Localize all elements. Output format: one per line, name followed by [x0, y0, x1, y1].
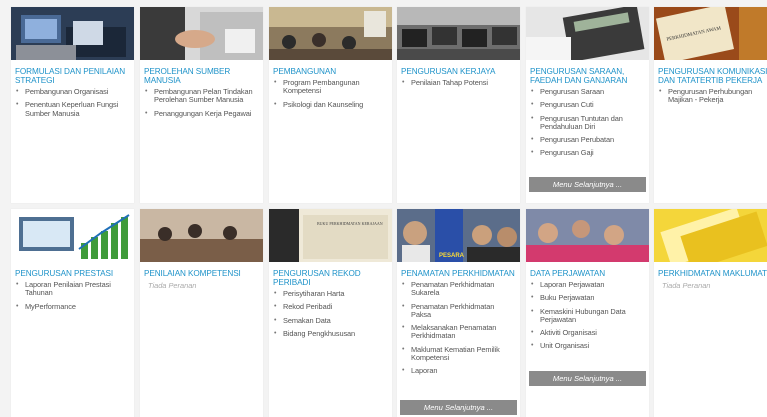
tile-title-prestasi[interactable]: PENGURUSAN PRESTASI — [15, 269, 130, 278]
tile-prestasi: PENGURUSAN PRESTASI Laporan Penilaian Pr… — [11, 209, 134, 417]
menu-item-pengurusan-perubatan[interactable]: Pengurusan Perubatan — [530, 135, 645, 144]
tile-kerjaya: PENGURUSAN KERJAYA Penilaian Tahap Poten… — [397, 7, 520, 203]
tile-title-perolehan[interactable]: PEROLEHAN SUMBER MANUSIA — [144, 67, 259, 85]
no-role-text: Tiada Peranan — [148, 281, 197, 290]
menu-item-melaksanakan-penamatan[interactable]: Melaksanakan Penamatan Perkhidmatan — [401, 324, 516, 341]
menu-item-penentuan-keperluan[interactable]: Penentuan Keperluan Fungsi Sumber Manusi… — [15, 101, 130, 118]
tile-title-kerjaya[interactable]: PENGURUSAN KERJAYA — [401, 67, 516, 76]
menu-item-rekod-peribadi[interactable]: Rekod Peribadi — [273, 302, 388, 311]
tile-title-saraan[interactable]: PENGURUSAN SARAAN, FAEDAH DAN GANJARAN — [530, 67, 645, 85]
menu-item-laporan-perjawatan[interactable]: Laporan Perjawatan — [530, 280, 645, 289]
menu-item-aktiviti-organisasi[interactable]: Aktiviti Organisasi — [530, 328, 645, 337]
menu-item-buku-perjawatan[interactable]: Buku Perjawatan — [530, 293, 645, 302]
thumb-chart-image — [11, 209, 134, 262]
tile-title-rekod[interactable]: PENGURUSAN REKOD PERIBADI — [273, 269, 388, 287]
menu-item-penilaian-tahap[interactable]: Penilaian Tahap Potensi — [401, 78, 516, 87]
thumb-classroom-image — [269, 7, 392, 60]
menu-item-laporan[interactable]: Laporan — [401, 367, 516, 376]
no-role-text: Tiada Peranan — [662, 281, 711, 290]
tile-maklumat: PERKHIDMATAN MAKLUMAT Tiada Peranan — [654, 209, 767, 417]
thumb-office-image — [397, 7, 520, 60]
thumb-children-image — [526, 209, 649, 262]
tile-title-perjawatan[interactable]: DATA PERJAWATAN — [530, 269, 645, 278]
menu-item-perhubungan-majikan[interactable]: Pengurusan Perhubungan Majikan - Pekerja — [658, 87, 767, 105]
thumb-paper-image — [654, 209, 767, 262]
thumb-book-image: BUKU PERKHIDMATAN KERAJAAN — [269, 209, 392, 262]
tile-rekod: BUKU PERKHIDMATAN KERAJAAN PENGURUSAN RE… — [269, 209, 392, 417]
menu-item-pengurusan-gaji[interactable]: Pengurusan Gaji — [530, 149, 645, 158]
menu-item-penamatan-sukarela[interactable]: Penamatan Perkhidmatan Sukarela — [401, 280, 516, 298]
menu-item-maklumat-kematian[interactable]: Maklumat Kematian Pemilik Kompetensi — [401, 345, 516, 363]
menu-item-pengurusan-cuti[interactable]: Pengurusan Cuti — [530, 100, 645, 109]
menu-item-kemaskini-hubungan[interactable]: Kemaskini Hubungan Data Perjawatan — [530, 307, 645, 325]
menu-item-penanggungan-kerja[interactable]: Penanggungan Kerja Pegawai — [144, 109, 259, 118]
thumb-pesara-image: PESARA — [397, 209, 520, 262]
tile-perolehan: PEROLEHAN SUMBER MANUSIA Pembangunan Pel… — [140, 7, 263, 203]
menu-item-bidang-pengkhususan[interactable]: Bidang Pengkhususan — [273, 329, 388, 338]
thumb-laptop-image — [11, 7, 134, 60]
module-grid: FORMULASI DAN PENILAIAN STRATEGI Pembang… — [0, 0, 767, 417]
tile-title-pembangunan[interactable]: PEMBANGUNAN — [273, 67, 388, 76]
menu-item-perisytiharan-harta[interactable]: Perisytiharan Harta — [273, 289, 388, 298]
menu-item-pembangunan-organisasi[interactable]: Pembangunan Organisasi — [15, 87, 130, 96]
tile-formulasi: FORMULASI DAN PENILAIAN STRATEGI Pembang… — [11, 7, 134, 203]
thumb-document-image: PERKHIDMATAN AWAM — [654, 7, 767, 60]
more-menu-button[interactable]: Menu Selanjutnya ... — [400, 400, 517, 415]
thumb-pesara-text: PESARA — [439, 253, 465, 259]
tile-penamatan: PESARA PENAMATAN PERKHIDMATAN Penamatan … — [397, 209, 520, 417]
menu-item-pembangunan-pelan[interactable]: Pembangunan Pelan Tindakan Perolehan Sum… — [144, 87, 259, 105]
thumb-meeting-image — [140, 209, 263, 262]
thumb-calculator-image — [526, 7, 649, 60]
menu-item-pengurusan-tuntutan[interactable]: Pengurusan Tuntutan dan Pendahuluan Diri — [530, 114, 645, 132]
tile-title-formulasi[interactable]: FORMULASI DAN PENILAIAN STRATEGI — [15, 67, 130, 85]
tile-title-maklumat[interactable]: PERKHIDMATAN MAKLUMAT — [658, 269, 767, 278]
menu-item-pengurusan-saraan[interactable]: Pengurusan Saraan — [530, 87, 645, 96]
thumb-handshake-image — [140, 7, 263, 60]
tile-komunikasi: PERKHIDMATAN AWAM PENGURUSAN KOMUNIKASI … — [654, 7, 767, 203]
menu-item-psikologi[interactable]: Psikologi dan Kaunseling — [273, 100, 388, 109]
tile-perjawatan: DATA PERJAWATAN Laporan Perjawatan Buku … — [526, 209, 649, 417]
tile-title-komunikasi[interactable]: PENGURUSAN KOMUNIKASI DAN TATATERTIB PEK… — [658, 67, 767, 85]
more-menu-button[interactable]: Menu Selanjutnya ... — [529, 177, 646, 192]
more-menu-button[interactable]: Menu Selanjutnya ... — [529, 371, 646, 386]
tile-title-penamatan[interactable]: PENAMATAN PERKHIDMATAN — [401, 269, 516, 278]
thumb-book-text: BUKU PERKHIDMATAN KERAJAAN — [317, 221, 383, 226]
tile-pembangunan: PEMBANGUNAN Program Pembangunan Kompeten… — [269, 7, 392, 203]
menu-item-unit-organisasi[interactable]: Unit Organisasi — [530, 342, 645, 351]
menu-item-myperformance[interactable]: MyPerformance — [15, 302, 130, 311]
tile-saraan: PENGURUSAN SARAAN, FAEDAH DAN GANJARAN P… — [526, 7, 649, 203]
tile-title-kompetensi[interactable]: PENILAIAN KOMPETENSI — [144, 269, 259, 278]
menu-item-laporan-penilaian[interactable]: Laporan Penilaian Prestasi Tahunan — [15, 280, 130, 298]
menu-item-program-pembangunan[interactable]: Program Pembangunan Kompetensi — [273, 78, 388, 96]
menu-item-penamatan-paksa[interactable]: Penamatan Perkhidmatan Paksa — [401, 302, 516, 320]
menu-item-semakan-data[interactable]: Semakan Data — [273, 316, 388, 325]
tile-kompetensi: PENILAIAN KOMPETENSI Tiada Peranan — [140, 209, 263, 417]
